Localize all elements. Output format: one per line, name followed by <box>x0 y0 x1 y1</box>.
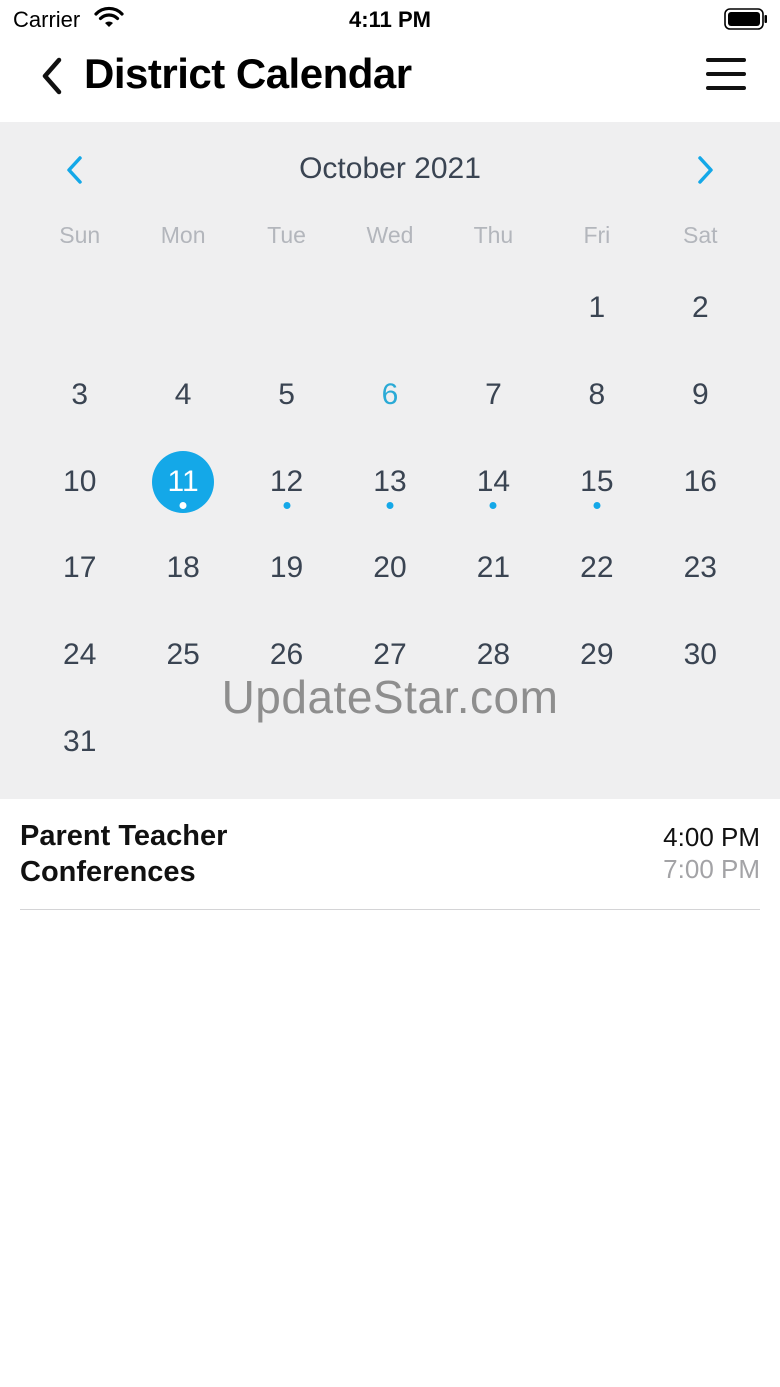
empty-day-cell <box>28 265 131 352</box>
calendar-nav: October 2021 <box>0 146 780 192</box>
empty-day-cell <box>442 265 545 352</box>
chevron-right-icon <box>698 156 713 184</box>
day-cell[interactable]: 4 <box>131 352 234 439</box>
day-cell[interactable]: 8 <box>545 352 648 439</box>
event-indicator-dot <box>489 501 497 509</box>
page-title: District Calendar <box>84 50 412 97</box>
day-number: 23 <box>683 551 717 585</box>
weekday-label: Mon <box>160 222 206 248</box>
day-cell[interactable]: 5 <box>235 352 338 439</box>
weekday-label: Thu <box>473 222 514 248</box>
empty-day-cell <box>131 265 234 352</box>
day-cell[interactable]: 20 <box>338 525 441 612</box>
day-cell[interactable]: 13 <box>338 438 441 525</box>
day-cell[interactable]: 22 <box>545 525 648 612</box>
back-button[interactable] <box>32 54 72 98</box>
day-number: 17 <box>63 551 97 585</box>
day-number: 14 <box>476 464 511 498</box>
day-number: 27 <box>373 638 407 672</box>
next-month-button[interactable] <box>688 150 722 190</box>
day-cell[interactable]: 9 <box>649 352 752 439</box>
menu-button[interactable] <box>702 54 750 94</box>
day-cell[interactable]: 11 <box>131 438 234 525</box>
day-number: 20 <box>373 551 407 585</box>
event-list-item[interactable]: Parent Teacher Conferences 4:00 PM 7:00 … <box>20 816 760 910</box>
day-number: 26 <box>269 638 304 672</box>
weekday-label: Fri <box>583 222 611 248</box>
day-number: 30 <box>683 638 717 672</box>
hamburger-menu-icon <box>706 58 746 62</box>
weekday-header: Sun Mon Tue Wed Thu Fri Sat <box>28 222 752 249</box>
month-title: October 2021 <box>299 152 481 185</box>
day-number: 29 <box>580 638 614 672</box>
day-number: 8 <box>588 378 606 412</box>
weekday-label: Wed <box>366 222 414 248</box>
day-cell[interactable]: 2 <box>649 265 752 352</box>
day-cell[interactable]: 6 <box>338 352 441 439</box>
day-number: 19 <box>269 551 304 585</box>
battery-icon <box>724 8 767 30</box>
day-number: 5 <box>278 378 295 412</box>
event-end-time: 7:00 PM <box>663 854 760 884</box>
event-indicator-dot <box>179 501 187 509</box>
day-number: 10 <box>63 464 97 498</box>
day-number: 18 <box>166 551 200 585</box>
day-cell[interactable]: 7 <box>442 352 545 439</box>
hamburger-menu-icon <box>706 86 746 90</box>
day-number: 21 <box>476 551 511 585</box>
day-cell[interactable]: 10 <box>28 438 131 525</box>
empty-day-cell <box>235 265 338 352</box>
day-number: 9 <box>691 378 709 412</box>
event-start-time: 4:00 PM <box>663 822 760 852</box>
hamburger-menu-icon <box>706 72 746 76</box>
app-header: District Calendar <box>0 40 780 122</box>
day-number: 2 <box>691 291 709 325</box>
status-bar: Carrier 4:11 PM <box>0 0 780 40</box>
day-cell[interactable]: 23 <box>649 525 752 612</box>
day-cell[interactable]: 15 <box>545 438 648 525</box>
day-number: 4 <box>174 378 192 412</box>
day-number: 12 <box>269 464 304 498</box>
day-number: 31 <box>63 724 97 758</box>
day-cell[interactable]: 14 <box>442 438 545 525</box>
weekday-label: Sun <box>59 222 101 248</box>
day-number: 25 <box>166 638 200 672</box>
day-number: 3 <box>71 378 89 412</box>
watermark: UpdateStar.com <box>221 671 559 723</box>
day-cell[interactable]: 18 <box>131 525 234 612</box>
day-number: 15 <box>580 464 614 498</box>
day-number: 13 <box>373 464 407 498</box>
day-number: 6 <box>381 378 399 412</box>
status-time: 4:11 PM <box>349 7 431 32</box>
day-number: 1 <box>588 291 606 325</box>
day-cell[interactable]: 21 <box>442 525 545 612</box>
day-cell[interactable]: 19 <box>235 525 338 612</box>
day-cell[interactable]: 16 <box>649 438 752 525</box>
weekday-label: Sat <box>683 222 718 248</box>
empty-day-cell <box>338 265 441 352</box>
weekday-label: Tue <box>267 222 306 248</box>
event-indicator-dot <box>283 501 291 509</box>
day-cell[interactable]: 17 <box>28 525 131 612</box>
day-cell[interactable]: 3 <box>28 352 131 439</box>
day-number: 22 <box>580 551 614 585</box>
chevron-left-icon <box>42 57 62 95</box>
day-number: 16 <box>683 464 717 498</box>
day-cell[interactable]: 1 <box>545 265 648 352</box>
month-calendar: October 2021 Sun Mon Tue Wed Thu Fri Sat 12345… <box>0 122 780 799</box>
day-number: 7 <box>485 378 502 412</box>
event-indicator-dot <box>386 501 394 509</box>
event-title: Parent Teacher Conferences <box>20 820 228 888</box>
day-number: 28 <box>476 638 511 672</box>
day-number: 11 <box>167 464 199 498</box>
day-number: 24 <box>63 638 97 672</box>
event-indicator-dot <box>593 501 601 509</box>
day-cell[interactable]: 12 <box>235 438 338 525</box>
